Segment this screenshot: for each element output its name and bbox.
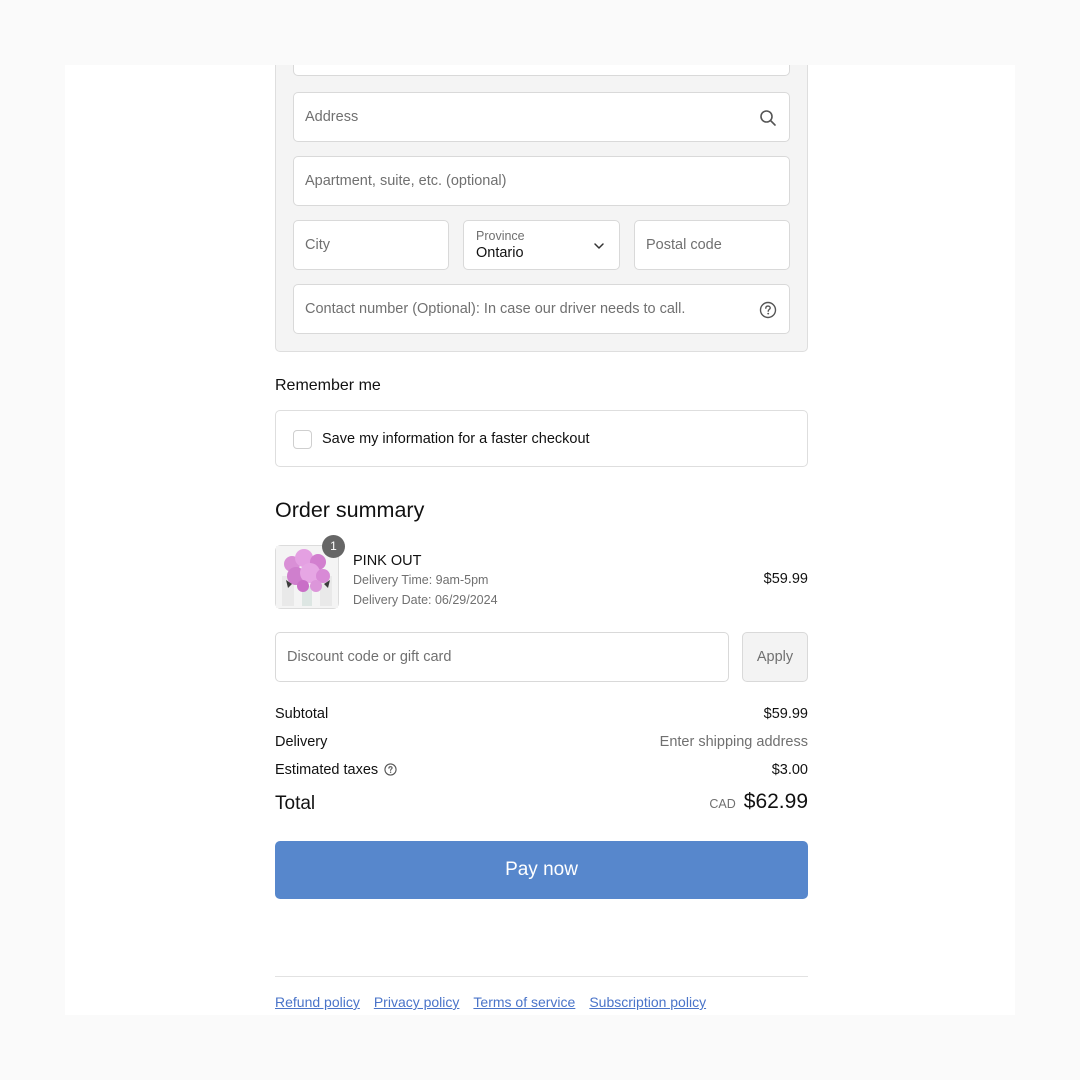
remember-me-heading: Remember me	[275, 377, 381, 394]
postal-code-placeholder: Postal code	[646, 237, 722, 253]
subtotal-value: $59.99	[763, 706, 808, 722]
province-select[interactable]: Province Ontario	[463, 220, 620, 270]
quantity-badge: 1	[322, 535, 345, 558]
remember-me-box: Save my information for a faster checkou…	[275, 410, 808, 467]
province-label: Province	[476, 229, 525, 243]
checkout-page: Address Apartment, suite, etc. (optional…	[65, 65, 1015, 1015]
total-currency: CAD	[709, 797, 736, 811]
address-placeholder: Address	[305, 109, 359, 125]
estimated-taxes-row: Estimated taxes	[275, 762, 397, 778]
search-icon[interactable]	[759, 109, 777, 127]
total-value: $62.99	[743, 790, 808, 813]
product-price: $59.99	[763, 571, 808, 587]
shipping-address-section: Address Apartment, suite, etc. (optional…	[275, 65, 808, 352]
apartment-placeholder: Apartment, suite, etc. (optional)	[305, 173, 507, 189]
pay-now-button[interactable]: Pay now	[275, 841, 808, 899]
product-name: PINK OUT	[353, 553, 422, 569]
postal-code-field[interactable]: Postal code	[634, 220, 790, 270]
delivery-time: Delivery Time: 9am-5pm	[353, 573, 489, 587]
save-info-checkbox[interactable]	[293, 430, 312, 449]
terms-of-service-link[interactable]: Terms of service	[473, 994, 575, 1010]
help-icon[interactable]	[759, 301, 777, 319]
save-info-label[interactable]: Save my information for a faster checkou…	[322, 431, 590, 447]
total-amount: CAD $62.99	[709, 790, 808, 814]
delivery-date: Delivery Date: 06/29/2024	[353, 593, 498, 607]
estimated-taxes-label: Estimated taxes	[275, 762, 379, 778]
privacy-policy-link[interactable]: Privacy policy	[374, 994, 460, 1010]
delivery-value: Enter shipping address	[659, 734, 808, 750]
taxes-help-icon[interactable]	[384, 763, 397, 776]
subscription-policy-link[interactable]: Subscription policy	[589, 994, 706, 1010]
city-placeholder: City	[305, 237, 330, 253]
chevron-down-icon	[594, 243, 604, 249]
subtotal-label: Subtotal	[275, 706, 329, 722]
footer-links: Refund policy Privacy policy Terms of serv…	[275, 994, 720, 1010]
discount-code-input[interactable]: Discount code or gift card	[275, 632, 729, 682]
previous-field[interactable]	[293, 65, 790, 76]
total-label: Total	[275, 793, 316, 814]
contact-number-placeholder: Contact number (Optional): In case our d…	[305, 301, 686, 317]
order-summary-heading: Order summary	[275, 498, 425, 522]
estimated-taxes-value: $3.00	[771, 762, 808, 778]
apartment-field[interactable]: Apartment, suite, etc. (optional)	[293, 156, 790, 206]
refund-policy-link[interactable]: Refund policy	[275, 994, 360, 1010]
apply-discount-button[interactable]: Apply	[742, 632, 808, 682]
contact-number-field[interactable]: Contact number (Optional): In case our d…	[293, 284, 790, 334]
footer-divider	[275, 976, 808, 977]
city-field[interactable]: City	[293, 220, 449, 270]
province-value: Ontario	[476, 245, 524, 261]
discount-placeholder: Discount code or gift card	[287, 649, 452, 665]
delivery-label: Delivery	[275, 734, 328, 750]
address-field[interactable]: Address	[293, 92, 790, 142]
